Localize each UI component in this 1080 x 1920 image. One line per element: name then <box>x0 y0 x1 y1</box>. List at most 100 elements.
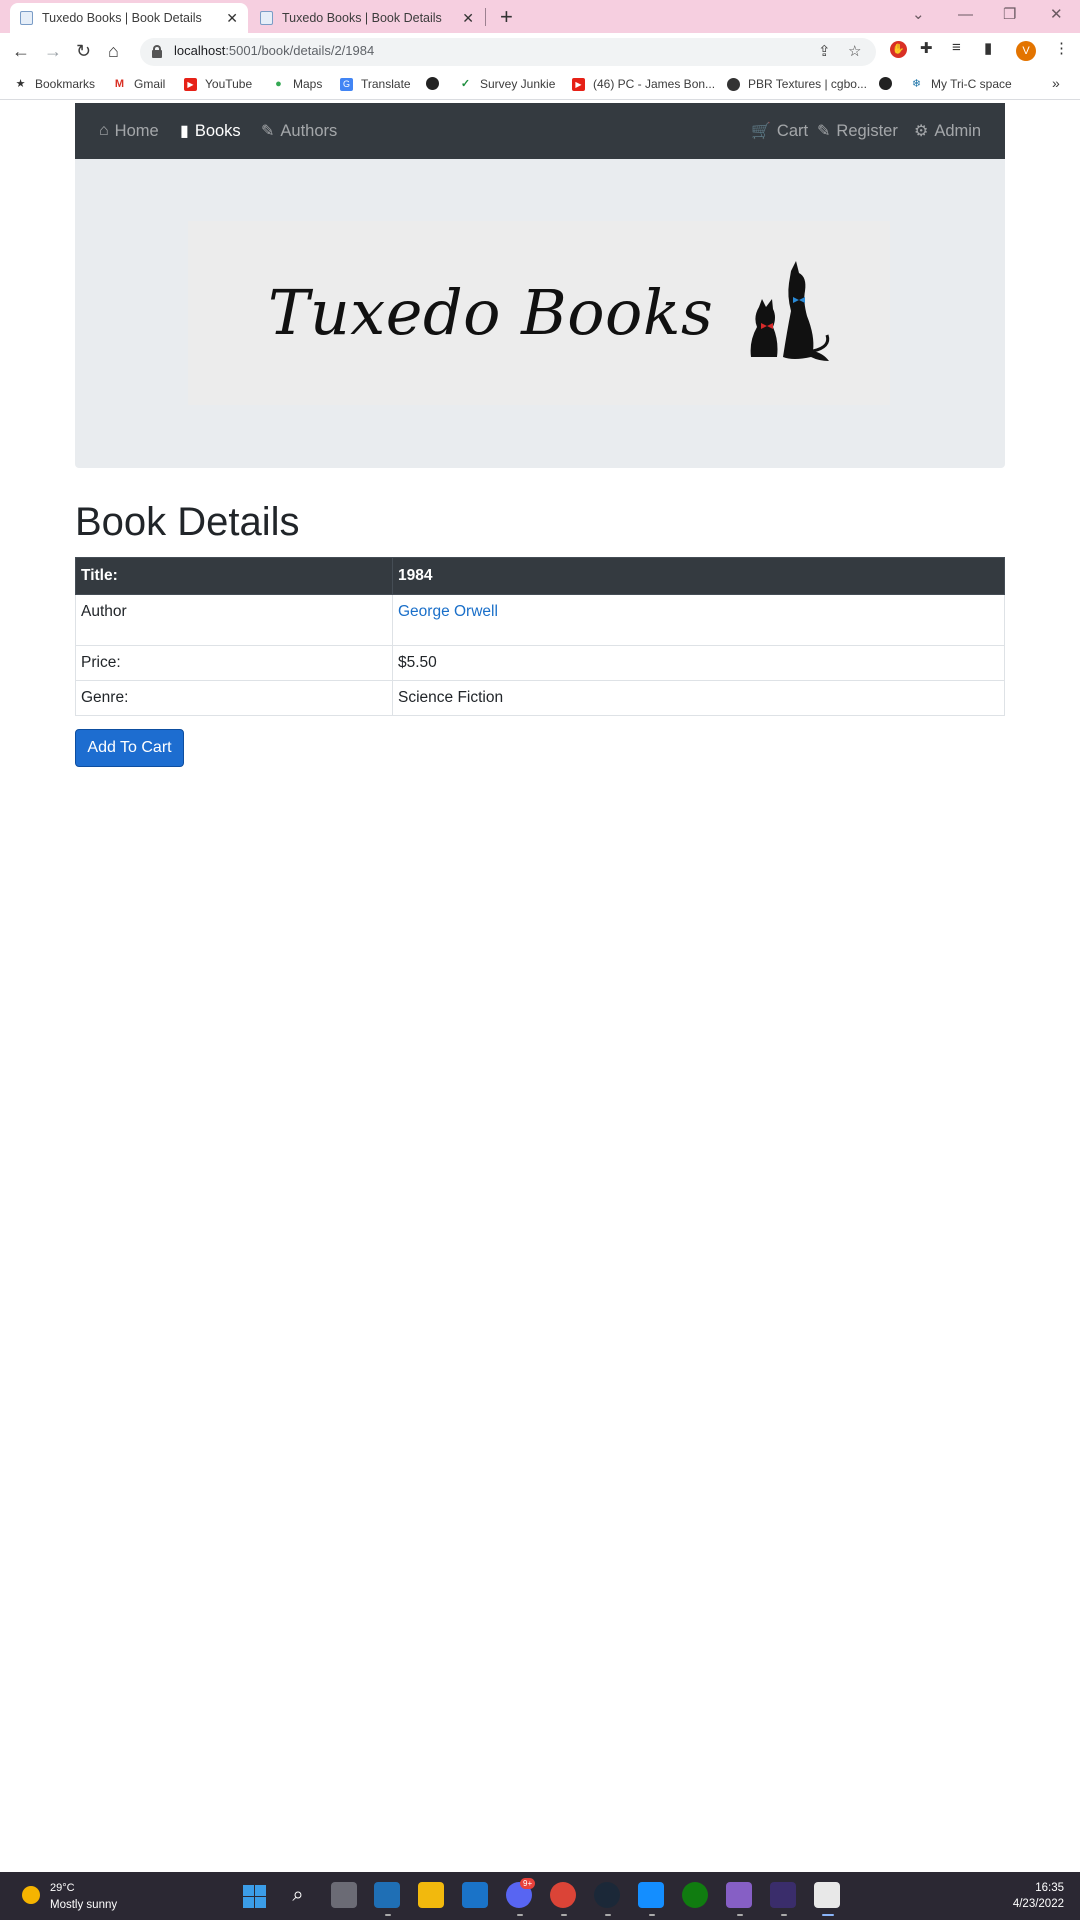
nav-admin[interactable]: ⚙ Admin <box>914 103 981 159</box>
back-arrow-icon[interactable]: ← <box>12 38 30 64</box>
profile-avatar[interactable]: V <box>1016 41 1036 61</box>
browser-toolbar: ← → ↻ ⌂ localhost:5001/book/details/2/19… <box>0 33 1080 70</box>
side-panel-icon[interactable]: ▮ <box>984 39 992 57</box>
author-label: Author <box>75 594 393 646</box>
nav-authors[interactable]: ✎ Authors <box>261 103 337 159</box>
xbox-app-icon[interactable] <box>682 1882 708 1908</box>
chrome-app-icon[interactable] <box>550 1882 576 1908</box>
address-bar[interactable]: localhost:5001/book/details/2/1984 ⇪ ☆ <box>140 38 876 66</box>
bookmark-item[interactable] <box>879 77 900 90</box>
star-icon: ★ <box>15 77 26 90</box>
gear-icon: ⚙ <box>914 123 929 140</box>
book-details-table: Title: 1984 Author George Orwell Price: … <box>75 557 1005 716</box>
price-label: Price: <box>75 645 393 681</box>
nav-register[interactable]: ✎ Register <box>817 103 898 159</box>
globe-icon <box>426 77 439 90</box>
adblock-extension-icon[interactable]: ✋ <box>890 41 907 58</box>
author-link[interactable]: George Orwell <box>398 603 498 620</box>
tab-inactive[interactable]: Tuxedo Books | Book Details ✕ <box>250 3 484 33</box>
window-close-icon[interactable]: ✕ <box>1050 2 1063 28</box>
home-icon: ⌂ <box>99 122 109 139</box>
bookmarks-overflow-button[interactable]: » <box>1052 75 1060 91</box>
windows-start-icon[interactable] <box>243 1885 266 1908</box>
running-indicator <box>561 1914 567 1916</box>
running-indicator <box>781 1914 787 1916</box>
steam-app-icon[interactable] <box>594 1882 620 1908</box>
system-clock[interactable]: 16:35 4/23/2022 <box>1013 1880 1064 1912</box>
lock-icon[interactable] <box>152 45 162 58</box>
extensions-puzzle-icon[interactable]: ✚ <box>920 39 933 57</box>
tab-title: Tuxedo Books | Book Details <box>282 11 442 25</box>
bookmark-item[interactable]: ● Maps <box>272 77 322 91</box>
nav-books[interactable]: ▮ Books <box>180 103 241 159</box>
more-menu-icon[interactable]: ⋮ <box>1054 39 1069 57</box>
forward-arrow-icon[interactable]: → <box>44 38 62 64</box>
maps-icon: ● <box>272 77 285 91</box>
bookmark-item[interactable]: ✓ Survey Junkie <box>459 77 555 91</box>
running-indicator <box>385 1914 391 1916</box>
bookmark-item[interactable]: ▶ YouTube <box>184 77 252 91</box>
snipping-tool-app-icon[interactable] <box>814 1882 840 1908</box>
task-view-icon[interactable] <box>331 1882 357 1908</box>
restore-icon[interactable]: ❐ <box>1003 2 1016 28</box>
clock-time: 16:35 <box>1035 1882 1064 1894</box>
url-text: localhost:5001/book/details/2/1984 <box>174 43 375 58</box>
browser-tab-strip: Tuxedo Books | Book Details ✕ Tuxedo Boo… <box>0 0 1080 33</box>
title-label: Title: <box>75 557 393 595</box>
page-title: Book Details <box>75 500 300 544</box>
running-indicator <box>822 1914 834 1916</box>
running-indicator <box>605 1914 611 1916</box>
weather-sun-icon[interactable] <box>22 1886 40 1904</box>
translate-icon: G <box>340 77 353 91</box>
logo-text: Tuxedo Books <box>268 276 714 349</box>
bookmark-item[interactable] <box>426 77 447 90</box>
bookmark-item[interactable]: G Translate <box>340 77 411 91</box>
table-header-row: Title: 1984 <box>75 557 1005 595</box>
add-to-cart-button[interactable]: Add To Cart <box>75 729 184 767</box>
bookmark-star-icon[interactable]: ☆ <box>848 42 861 60</box>
nav-home[interactable]: ⌂ Home <box>99 103 159 159</box>
tab-close-icon[interactable]: ✕ <box>462 10 474 27</box>
tab-search-icon[interactable]: ⌄ <box>912 2 925 28</box>
cart-icon: 🛒 <box>751 123 771 140</box>
table-row: Author George Orwell <box>75 594 1005 646</box>
new-tab-button[interactable]: + <box>500 4 513 30</box>
palette-icon <box>727 77 740 91</box>
running-indicator <box>517 1914 523 1916</box>
edit-icon: ✎ <box>817 123 831 140</box>
weather-temperature[interactable]: 29°C <box>50 1882 75 1894</box>
media-control-icon[interactable]: ≡ <box>952 39 961 56</box>
visual-studio-app-icon[interactable] <box>726 1882 752 1908</box>
minimize-icon[interactable]: — <box>958 2 973 28</box>
running-indicator <box>649 1914 655 1916</box>
share-icon[interactable]: ⇪ <box>818 42 831 60</box>
bookmark-item[interactable]: ★ Bookmarks <box>14 77 95 91</box>
bookmark-item[interactable]: ▶ (46) PC - James Bon... <box>572 77 715 91</box>
page-favicon-icon <box>260 11 273 25</box>
price-value: $5.50 <box>392 645 1005 681</box>
check-icon: ✓ <box>459 77 472 91</box>
home-icon[interactable]: ⌂ <box>108 38 119 64</box>
terminal-app-icon[interactable] <box>770 1882 796 1908</box>
mail-app-icon[interactable] <box>462 1882 488 1908</box>
bookmark-item[interactable]: PBR Textures | cgbo... <box>727 77 867 91</box>
file-explorer-icon[interactable] <box>418 1882 444 1908</box>
table-row: Price: $5.50 <box>75 645 1005 681</box>
youtube-icon: ▶ <box>184 77 197 91</box>
site-logo: Tuxedo Books <box>188 221 890 405</box>
calculator-app-icon[interactable] <box>374 1882 400 1908</box>
reload-icon[interactable]: ↻ <box>76 38 91 64</box>
running-indicator <box>737 1914 743 1916</box>
author-cell: George Orwell <box>392 594 1005 646</box>
page-favicon-icon <box>20 11 33 25</box>
weather-description[interactable]: Mostly sunny <box>50 1899 117 1911</box>
bookmark-item[interactable]: M Gmail <box>113 77 165 91</box>
tuxedo-cats-logo-icon <box>750 261 830 361</box>
battlenet-app-icon[interactable] <box>638 1882 664 1908</box>
search-icon[interactable]: ⌕ <box>285 1882 311 1908</box>
nav-cart[interactable]: 🛒 Cart <box>751 103 808 159</box>
tab-close-icon[interactable]: ✕ <box>226 10 238 27</box>
tab-active[interactable]: Tuxedo Books | Book Details ✕ <box>10 3 248 33</box>
bookmark-item[interactable]: ❄ My Tri-C space <box>910 77 1012 91</box>
windows-taskbar: 29°C Mostly sunny ⌕ 9+ 16:35 4/23/2022 <box>0 1872 1080 1920</box>
